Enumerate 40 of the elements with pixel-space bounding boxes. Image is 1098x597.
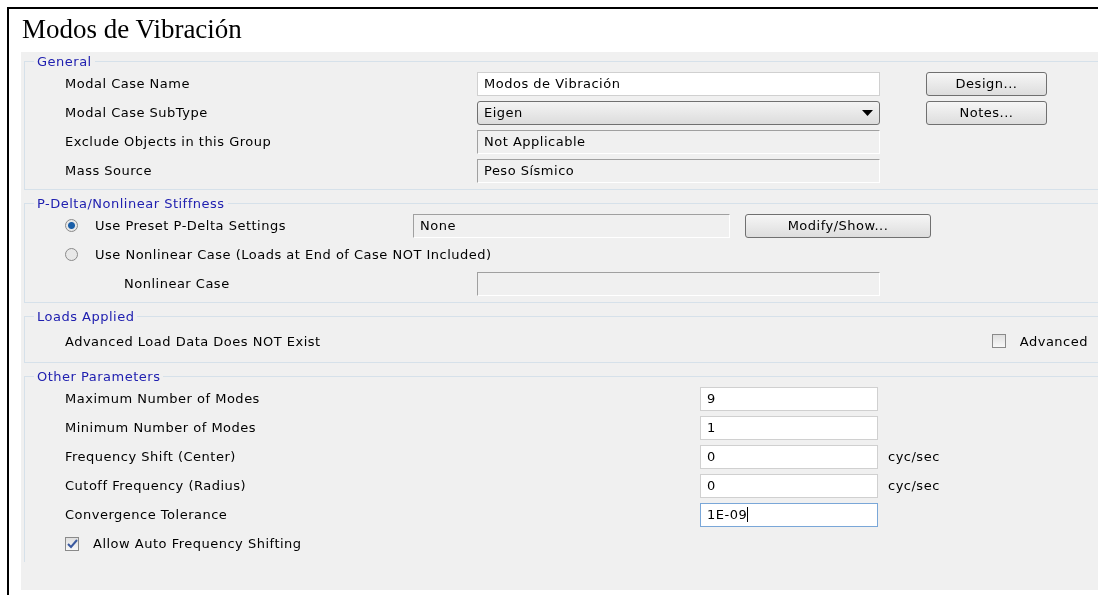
field-label: Nonlinear Case	[123, 276, 231, 291]
page-title: Modos de Vibración	[21, 13, 243, 46]
group-title: Other Parameters	[36, 369, 162, 384]
caret-icon	[862, 109, 873, 116]
field-label: Modal Case SubType	[64, 105, 209, 120]
unit-label: cyc/sec	[888, 449, 940, 464]
group-title: P-Delta/Nonlinear Stiffness	[36, 196, 226, 211]
field-label: Modal Case Name	[64, 76, 191, 91]
checkbox-label: Allow Auto Frequency Shifting	[93, 536, 302, 551]
checkbox[interactable]	[65, 536, 79, 551]
field-label: Convergence Tolerance	[64, 507, 229, 522]
dialog-button[interactable]: Design...	[926, 71, 1047, 96]
input-field[interactable]: 0	[700, 473, 878, 498]
input-field[interactable]: Modos de Vibración	[477, 71, 880, 96]
modify-button[interactable]: Modify/Show...	[745, 213, 931, 238]
group-title: General	[36, 54, 93, 69]
dialog-button[interactable]: Notes...	[926, 100, 1047, 125]
input-field[interactable]: 1	[700, 415, 878, 440]
field-label: Maximum Number of Modes	[64, 391, 261, 406]
field-label: Frequency Shift (Center)	[64, 449, 237, 464]
unit-label: cyc/sec	[888, 478, 940, 493]
input-field[interactable]: 9	[700, 386, 878, 411]
readonly-field: None	[413, 213, 730, 238]
checkbox[interactable]	[991, 334, 1006, 348]
readonly-field: Not Applicable	[477, 129, 880, 154]
option-label: Use Nonlinear Case (Loads at End of Case NOT Included)	[95, 247, 492, 262]
field-label: Mass Source	[64, 163, 153, 178]
field-label: Cutoff Frequency (Radius)	[64, 478, 248, 493]
radio-button[interactable]	[65, 248, 78, 261]
field-label: Exclude Objects in this Group	[64, 134, 273, 149]
status-message: Advanced Load Data Does NOT Exist	[64, 333, 322, 349]
checkbox-label: Advanced	[1019, 333, 1088, 349]
option-label: Use Preset P-Delta Settings	[95, 218, 287, 233]
dropdown[interactable]: Eigen	[477, 100, 880, 125]
field-label: Minimum Number of Modes	[64, 420, 258, 435]
input-field[interactable]: 0	[700, 444, 878, 469]
readonly-field: Peso Sísmico	[477, 158, 880, 183]
input-field[interactable]: 1E-09	[700, 502, 878, 527]
group-title: Loads Applied	[36, 309, 136, 324]
radio-button[interactable]	[65, 219, 78, 232]
